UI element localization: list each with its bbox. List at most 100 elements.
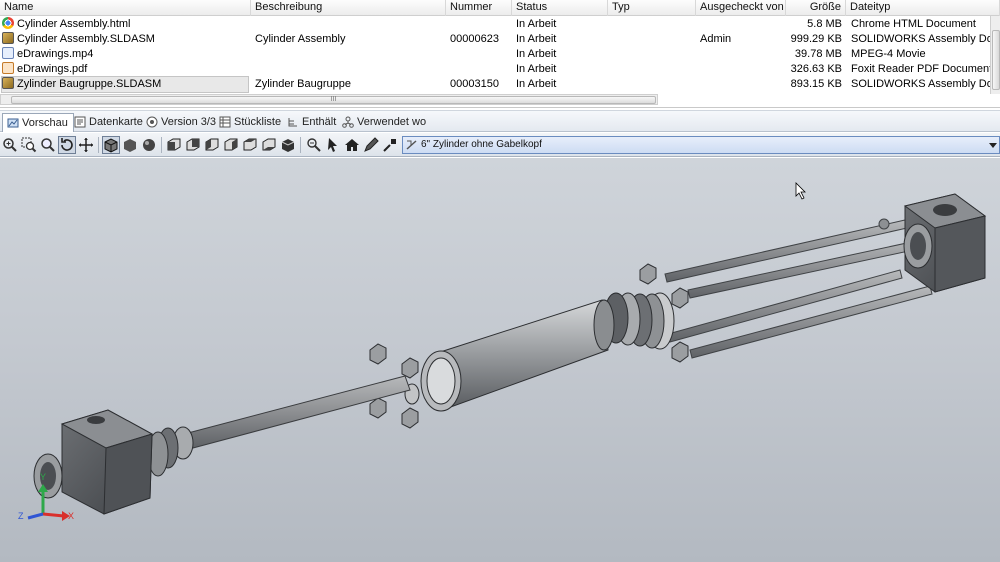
tab-datenkarte[interactable]: Datenkarte	[70, 113, 148, 132]
file-description: Zylinder Baugruppe	[255, 78, 352, 90]
rear-end-cap	[903, 193, 987, 293]
view-front-icon[interactable]	[166, 137, 182, 153]
file-description: Cylinder Assembly	[255, 33, 346, 45]
horizontal-scrollbar[interactable]: III	[0, 94, 658, 105]
tab-label: Enthält	[302, 116, 337, 128]
view-top-icon[interactable]	[242, 137, 258, 153]
vertical-scrollbar-thumb[interactable]	[992, 30, 1000, 90]
zoom-icon[interactable]	[40, 137, 56, 153]
file-description	[255, 47, 445, 62]
preview-tabs: Vorschau Datenkarte Version 3/3 Stücklis…	[0, 110, 1000, 132]
markup-icon[interactable]	[363, 137, 379, 153]
home-icon[interactable]	[344, 137, 360, 153]
file-name: Zylinder Baugruppe.SLDASM	[17, 78, 162, 90]
file-list: Name Beschreibung Nummer Status Typ Ausg…	[0, 0, 1000, 108]
version-icon	[146, 116, 158, 128]
tab-version[interactable]: Version 3/3	[142, 113, 221, 132]
file-description	[255, 62, 445, 77]
shaded-edges-icon[interactable]	[102, 136, 120, 154]
pan-icon[interactable]	[78, 137, 94, 153]
solidworks-assembly-icon	[2, 77, 14, 89]
chrome-icon	[2, 17, 14, 29]
tab-stueckliste[interactable]: Stückliste	[215, 113, 286, 132]
file-status: In Arbeit	[516, 63, 557, 75]
datacard-icon	[74, 116, 86, 128]
table-row[interactable]: eDrawings.mp4 In Arbeit 39.78 MB MPEG-4 …	[0, 47, 1000, 62]
file-number	[450, 62, 510, 77]
file-checked-out-by	[700, 17, 785, 32]
tab-label: Datenkarte	[89, 116, 143, 128]
file-status: In Arbeit	[516, 33, 557, 45]
preview-toolbar: 6" Zylinder ohne Gabelkopf	[0, 133, 1000, 157]
column-header-status[interactable]: Status	[512, 0, 608, 16]
file-checked-out-by: Admin	[700, 33, 732, 45]
file-name: Cylinder Assembly.SLDASM	[17, 33, 155, 45]
view-right-icon[interactable]	[223, 137, 239, 153]
file-list-header: Name Beschreibung Nummer Status Typ Ausg…	[0, 0, 1000, 16]
table-row-selected[interactable]: Zylinder Baugruppe.SLDASM Zylinder Baugr…	[0, 76, 1000, 93]
view-left-icon[interactable]	[204, 137, 220, 153]
file-size: 999.29 KB	[790, 33, 842, 45]
measure-icon[interactable]	[306, 137, 322, 153]
tie-rods	[664, 218, 933, 359]
video-file-icon	[2, 47, 14, 59]
file-size: 326.63 KB	[790, 63, 842, 75]
column-header-typ[interactable]: Typ	[608, 0, 696, 16]
column-header-beschreibung[interactable]: Beschreibung	[251, 0, 446, 16]
tab-vorschau[interactable]: Vorschau	[2, 113, 74, 132]
table-row[interactable]: Cylinder Assembly.SLDASM Cylinder Assemb…	[0, 32, 1000, 47]
configuration-icon	[406, 140, 417, 150]
file-name: eDrawings.mp4	[17, 48, 94, 60]
file-description	[255, 17, 445, 32]
view-back-icon[interactable]	[185, 137, 201, 153]
view-iso-icon[interactable]	[280, 137, 296, 153]
rotate-icon[interactable]	[58, 136, 76, 154]
tab-label: Version 3/3	[161, 116, 217, 128]
file-name: eDrawings.pdf	[17, 63, 88, 75]
preview-icon	[7, 118, 19, 128]
column-header-groesse[interactable]: Größe	[786, 0, 846, 16]
3d-viewport[interactable]: Y X Z	[0, 158, 1000, 562]
column-header-dateityp[interactable]: Dateityp	[846, 0, 1000, 16]
where-used-icon	[342, 116, 354, 128]
column-header-name[interactable]: Name	[0, 0, 251, 16]
zoom-select-icon[interactable]	[382, 137, 398, 153]
file-number	[450, 17, 510, 32]
column-header-ausgecheckt[interactable]: Ausgecheckt von	[696, 0, 786, 16]
triad-y-label: Y	[40, 472, 46, 482]
file-type: MPEG-4 Movie	[851, 48, 926, 60]
select-icon[interactable]	[325, 137, 341, 153]
cylinder-assembly-model: Y X Z	[18, 182, 987, 521]
zoom-area-icon[interactable]	[21, 137, 37, 153]
vertical-scrollbar[interactable]	[990, 16, 1000, 94]
file-number: 00000623	[450, 33, 499, 45]
file-status: In Arbeit	[516, 48, 557, 60]
horizontal-scrollbar-thumb[interactable]: III	[11, 96, 656, 104]
triad-x-label: X	[68, 511, 74, 521]
column-header-nummer[interactable]: Nummer	[446, 0, 512, 16]
configuration-dropdown[interactable]: 6" Zylinder ohne Gabelkopf	[402, 136, 1000, 154]
file-type: Foxit Reader PDF Document	[851, 63, 990, 75]
pdf-file-icon	[2, 62, 14, 74]
shaded-icon[interactable]	[122, 137, 138, 153]
table-row[interactable]: eDrawings.pdf In Arbeit 326.63 KB Foxit …	[0, 62, 1000, 77]
realview-icon[interactable]	[141, 137, 157, 153]
rod-seals	[147, 426, 194, 477]
tab-label: Vorschau	[22, 117, 68, 129]
tab-enthaelt[interactable]: Enthält	[283, 113, 341, 132]
file-size: 39.78 MB	[794, 48, 842, 60]
table-row[interactable]: Cylinder Assembly.html In Arbeit 5.8 MB …	[0, 17, 1000, 32]
file-type: SOLIDWORKS Assembly Documen	[851, 78, 990, 90]
file-number: 00003150	[450, 78, 499, 90]
file-size: 5.8 MB	[807, 18, 842, 30]
view-bottom-icon[interactable]	[261, 137, 277, 153]
tab-label: Verwendet wo	[357, 116, 427, 128]
file-checked-out-by	[700, 62, 785, 77]
zoom-fit-icon[interactable]	[2, 137, 18, 153]
piston-seals	[603, 292, 675, 350]
file-name: Cylinder Assembly.html	[17, 18, 131, 30]
tab-verwendet-wo[interactable]: Verwendet wo	[338, 113, 431, 132]
file-number	[450, 47, 510, 62]
front-end-cap	[33, 409, 154, 515]
contains-icon	[288, 118, 297, 127]
